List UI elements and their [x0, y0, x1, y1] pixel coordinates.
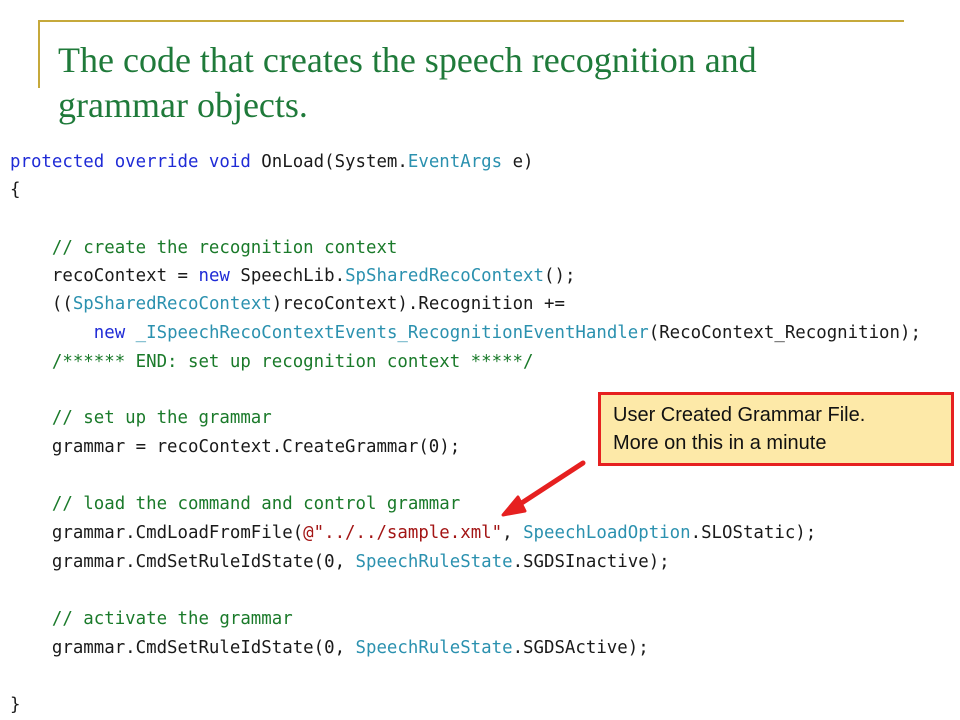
- code-type: SpeechRuleState: [355, 552, 513, 572]
- code-line-15: }: [10, 692, 20, 718]
- code-type: _ISpeechRecoContextEvents_RecognitionEve…: [135, 323, 649, 343]
- code-type: SpeechLoadOption: [523, 523, 691, 543]
- code-line-2: {: [10, 177, 20, 203]
- slide-title-line-2: grammar objects.: [58, 85, 308, 125]
- code-text: grammar.CmdLoadFromFile(: [10, 523, 304, 543]
- code-keyword: new: [198, 266, 230, 286]
- title-rule-horizontal: [38, 20, 904, 22]
- code-string: @"../../sample.xml": [303, 523, 503, 543]
- title-rule-vertical: [38, 20, 40, 88]
- code-comment: /****** END: set up recognition context …: [10, 352, 534, 372]
- code-comment: // activate the grammar: [10, 609, 293, 629]
- code-line-7: /****** END: set up recognition context …: [10, 349, 534, 375]
- code-keyword: new: [93, 323, 126, 343]
- code-text: )recoContext).Recognition +=: [271, 294, 565, 314]
- code-line-3: // create the recognition context: [10, 235, 398, 261]
- code-text: ((: [10, 294, 73, 314]
- code-keyword: protected override void: [10, 152, 251, 172]
- grammar-file-callout: User Created Grammar File. More on this …: [598, 392, 954, 466]
- code-block: protected override void OnLoad(System.Ev…: [10, 149, 921, 715]
- code-text: e): [502, 152, 534, 172]
- code-line-13: // activate the grammar: [10, 606, 293, 632]
- code-text: grammar = recoContext.CreateGrammar(0);: [10, 437, 461, 457]
- code-text: ,: [502, 523, 524, 543]
- code-type: SpSharedRecoContext: [72, 294, 272, 314]
- code-text: }: [10, 695, 21, 715]
- code-comment: // load the command and control grammar: [10, 494, 461, 514]
- code-line-4: recoContext = new SpeechLib.SpSharedReco…: [10, 263, 576, 289]
- callout-line-1: User Created Grammar File.: [613, 404, 866, 426]
- callout-line-2: More on this in a minute: [613, 432, 827, 454]
- slide-title-line-1: The code that creates the speech recogni…: [58, 40, 757, 80]
- code-text: SpeechLib.: [229, 266, 346, 286]
- code-text: grammar.CmdSetRuleIdState(0,: [10, 552, 356, 572]
- code-line-9: grammar = recoContext.CreateGrammar(0);: [10, 434, 460, 460]
- code-comment: // create the recognition context: [10, 238, 398, 258]
- callout-arrow-shaft: [511, 460, 586, 511]
- code-line-14: grammar.CmdSetRuleIdState(0, SpeechRuleS…: [10, 635, 649, 661]
- code-comment: // set up the grammar: [10, 408, 272, 428]
- code-text: ();: [544, 266, 576, 286]
- code-text: recoContext =: [10, 266, 199, 286]
- code-text: (RecoContext_Recognition);: [648, 323, 921, 343]
- slide-title: The code that creates the speech recogni…: [58, 38, 938, 128]
- code-line-8: // set up the grammar: [10, 405, 272, 431]
- code-line-1: protected override void OnLoad(System.Ev…: [10, 149, 534, 175]
- code-text: .SGDSActive);: [512, 638, 649, 658]
- code-text: {: [10, 180, 21, 200]
- code-line-12: grammar.CmdSetRuleIdState(0, SpeechRuleS…: [10, 549, 670, 575]
- code-line-5: ((SpSharedRecoContext)recoContext).Recog…: [10, 291, 565, 317]
- code-type: SpSharedRecoContext: [345, 266, 544, 286]
- callout-arrow-head: [501, 495, 527, 517]
- code-line-6: new _ISpeechRecoContextEvents_Recognitio…: [10, 320, 921, 346]
- code-text: grammar.CmdSetRuleIdState(0,: [10, 638, 356, 658]
- code-text: .SGDSInactive);: [512, 552, 670, 572]
- code-type: SpeechRuleState: [355, 638, 513, 658]
- code-text: .SLOStatic);: [690, 523, 817, 543]
- code-type: EventArgs: [407, 152, 503, 172]
- code-line-11: grammar.CmdLoadFromFile(@"../../sample.x…: [10, 520, 816, 546]
- code-text: OnLoad(System.: [250, 152, 408, 172]
- code-line-10: // load the command and control grammar: [10, 491, 460, 517]
